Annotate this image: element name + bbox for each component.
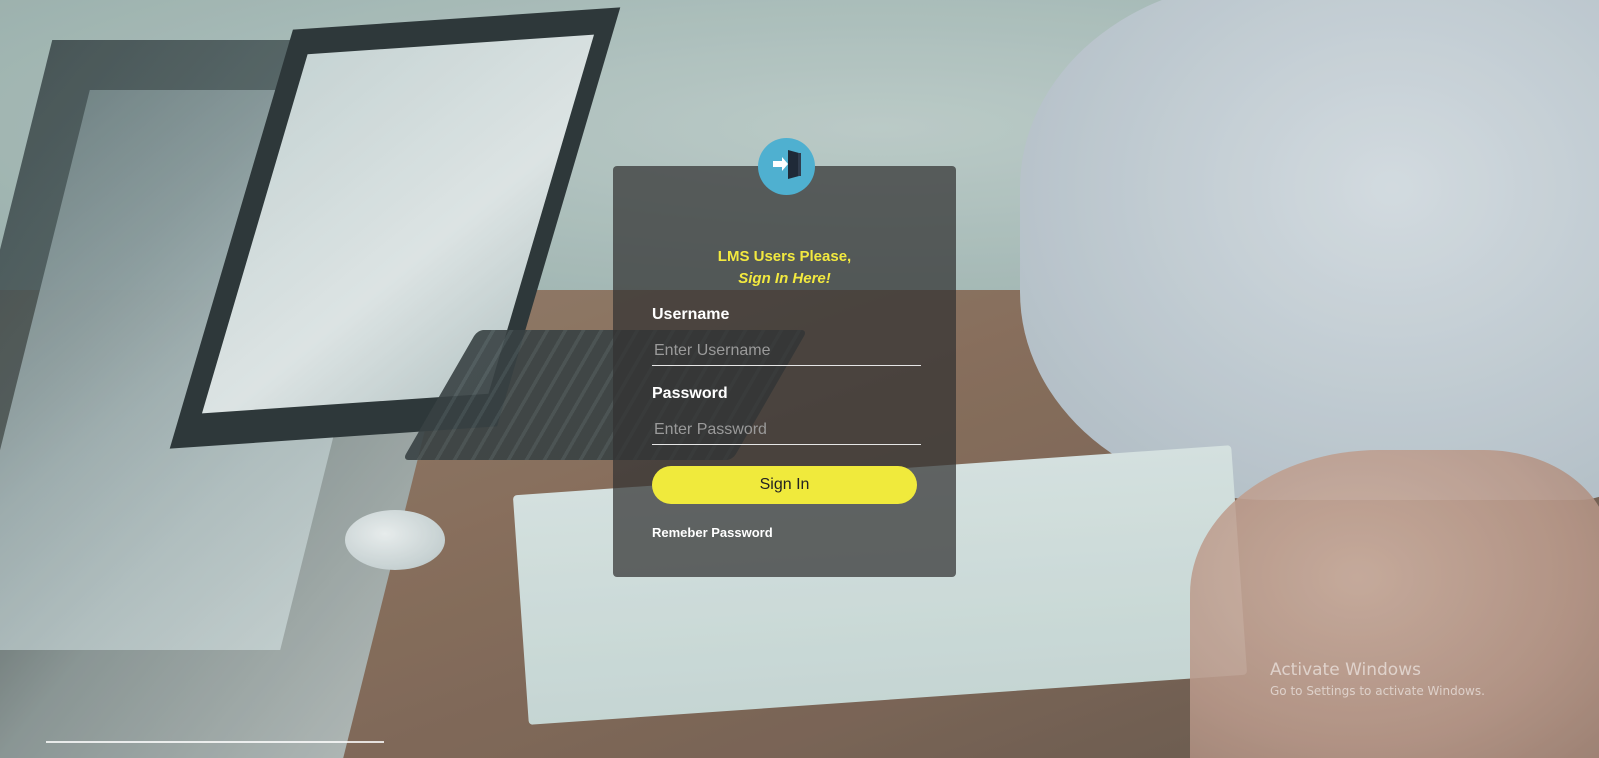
heading-line-1: LMS Users Please, bbox=[717, 248, 852, 265]
door-enter-icon bbox=[769, 146, 805, 187]
login-page: LMS Users Please, Sign In Here! Username… bbox=[0, 0, 1599, 758]
username-label: Username bbox=[652, 306, 730, 323]
login-card: LMS Users Please, Sign In Here! Username… bbox=[613, 138, 956, 577]
remember-password-link[interactable]: Remeber Password bbox=[652, 525, 773, 540]
username-input[interactable] bbox=[652, 336, 921, 366]
watermark-subtitle: Go to Settings to activate Windows. bbox=[1270, 684, 1485, 698]
password-label: Password bbox=[652, 385, 728, 402]
bottom-divider bbox=[46, 741, 384, 743]
login-heading: LMS Users Please, Sign In Here! bbox=[613, 246, 956, 290]
sign-in-button[interactable]: Sign In bbox=[652, 466, 917, 504]
watermark-title: Activate Windows bbox=[1270, 660, 1421, 680]
avatar bbox=[758, 138, 815, 195]
password-input[interactable] bbox=[652, 415, 921, 445]
windows-activation-watermark: Activate Windows Go to Settings to activ… bbox=[1270, 660, 1485, 698]
heading-line-2: Sign In Here! bbox=[738, 270, 831, 287]
